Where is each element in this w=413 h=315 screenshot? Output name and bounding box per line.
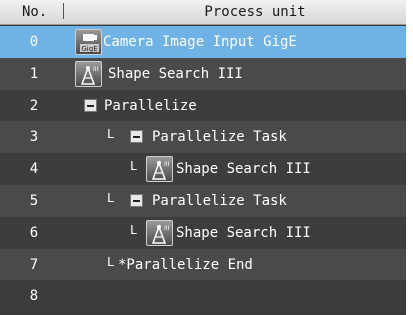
collapse-minus-icon[interactable]: [84, 98, 97, 112]
row-number: 0: [29, 34, 39, 50]
row-number: 5: [29, 192, 39, 209]
row-label: Shape Search III: [176, 161, 311, 178]
row-label: Shape Search III: [108, 65, 243, 82]
row-number: 4: [29, 161, 39, 178]
shape-search-icon: III: [75, 60, 102, 87]
row-number: 6: [29, 224, 39, 241]
shape-search-icon: III: [146, 156, 173, 183]
list-row[interactable]: 1 III Shape Search III: [0, 57, 406, 90]
svg-text:III: III: [93, 66, 99, 73]
tree-branch-glyph: L: [130, 159, 138, 174]
row-number: 1: [29, 65, 39, 82]
row-number: 2: [29, 97, 39, 114]
shape-search-icon: III: [146, 219, 173, 246]
tree-branch-glyph: L: [107, 127, 115, 142]
row-label: Parallelize Task: [152, 192, 287, 209]
tree-branch-glyph: L: [107, 254, 115, 269]
svg-text:GigE: GigE: [81, 45, 97, 53]
row-number: 7: [29, 256, 39, 273]
tree-branch-glyph: L: [107, 190, 115, 205]
rows-container: 0 GigE Camera Image Input GigE 1 III Sha…: [0, 26, 406, 313]
list-row[interactable]: 3 L Parallelize Task: [0, 121, 406, 154]
row-label: Parallelize Task: [152, 129, 287, 146]
row-label: Parallelize: [104, 97, 197, 114]
row-label: Camera Image Input GigE: [103, 34, 297, 50]
collapse-minus-icon[interactable]: [130, 193, 143, 207]
row-label: *Parallelize End: [118, 256, 253, 273]
list-row[interactable]: 7 L *Parallelize End: [0, 248, 406, 281]
list-row[interactable]: 5 L Parallelize Task: [0, 184, 406, 217]
list-row[interactable]: 0 GigE Camera Image Input GigE: [0, 26, 406, 58]
header-no: No.: [22, 4, 48, 20]
row-number: 3: [29, 129, 39, 146]
svg-text:III: III: [164, 225, 170, 232]
row-label: Shape Search III: [176, 224, 311, 241]
svg-text:III: III: [164, 161, 170, 168]
list-row[interactable]: 8: [0, 280, 406, 313]
tree-branch-glyph: L: [130, 222, 138, 237]
camera-gige-icon: GigE: [75, 29, 102, 55]
process-unit-list: No. Process unit 0 GigE Camera Image Inp…: [0, 0, 406, 315]
collapse-minus-icon[interactable]: [130, 130, 143, 144]
list-header: No. Process unit: [0, 0, 406, 25]
row-number: 8: [29, 288, 39, 305]
header-process-unit: Process unit: [204, 4, 306, 20]
list-row[interactable]: 6 L III Shape Search III: [0, 216, 406, 249]
list-row[interactable]: 4 L III Shape Search III: [0, 153, 406, 185]
list-row[interactable]: 2 Parallelize: [0, 89, 406, 122]
